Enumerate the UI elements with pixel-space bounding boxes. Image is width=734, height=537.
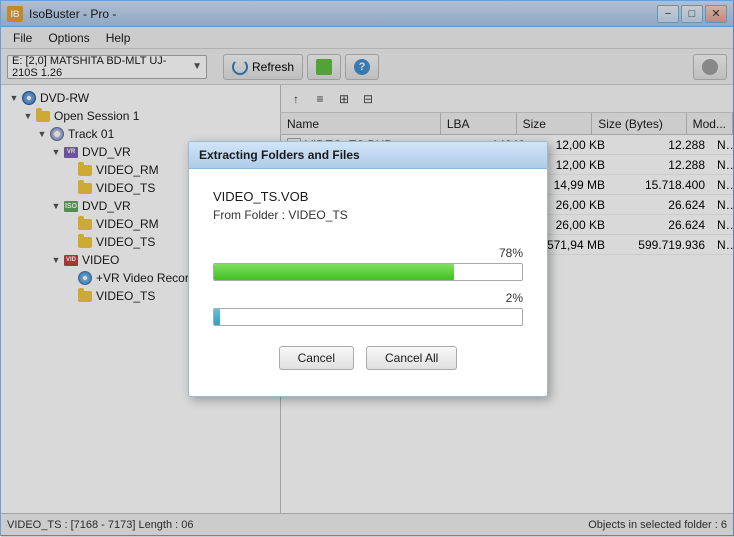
progress-bar-1-fill <box>214 264 454 280</box>
modal-overlay: Extracting Folders and Files VIDEO_TS.VO… <box>1 1 734 537</box>
progress-row-1: 78% <box>213 246 523 281</box>
modal-folder-label: From Folder : VIDEO_TS <box>213 208 523 222</box>
extract-dialog: Extracting Folders and Files VIDEO_TS.VO… <box>188 141 548 397</box>
modal-title: Extracting Folders and Files <box>189 142 547 169</box>
progress1-label: 78% <box>499 246 523 260</box>
modal-content: VIDEO_TS.VOB From Folder : VIDEO_TS 78% … <box>189 169 547 396</box>
progress2-label: 2% <box>506 291 523 305</box>
progress-row-2: 2% <box>213 291 523 326</box>
progress-bar-2-bg <box>213 308 523 326</box>
modal-buttons: Cancel Cancel All <box>213 346 523 376</box>
progress-bar-1-bg <box>213 263 523 281</box>
cancel-all-button[interactable]: Cancel All <box>366 346 457 370</box>
cancel-button[interactable]: Cancel <box>279 346 354 370</box>
progress-bar-2-fill <box>214 309 220 325</box>
modal-filename: VIDEO_TS.VOB <box>213 189 523 204</box>
